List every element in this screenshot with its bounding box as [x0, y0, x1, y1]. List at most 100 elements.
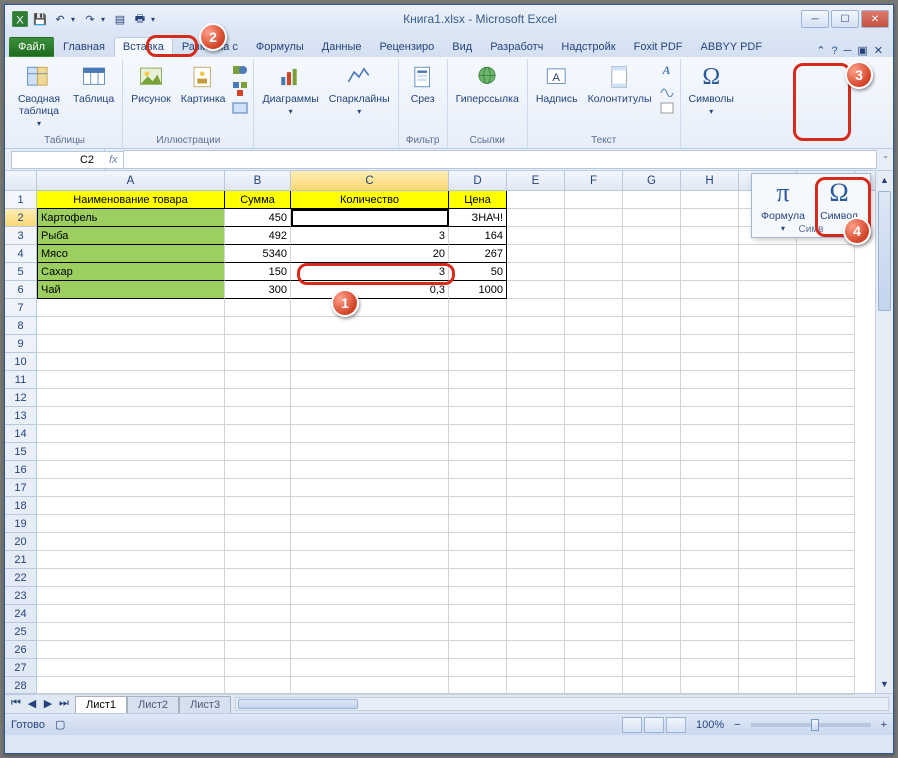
cell-E10[interactable]	[507, 353, 565, 371]
cell-G14[interactable]	[623, 425, 681, 443]
cell-H21[interactable]	[681, 551, 739, 569]
cell-F19[interactable]	[565, 515, 623, 533]
cell-J26[interactable]	[797, 641, 855, 659]
cell-B8[interactable]	[225, 317, 291, 335]
cell-H9[interactable]	[681, 335, 739, 353]
cell-F22[interactable]	[565, 569, 623, 587]
cell-G2[interactable]	[623, 209, 681, 227]
cell-J6[interactable]	[797, 281, 855, 299]
sheet-tab-Лист1[interactable]: Лист1	[75, 696, 127, 713]
cell-A26[interactable]	[37, 641, 225, 659]
cell-B22[interactable]	[225, 569, 291, 587]
cell-H26[interactable]	[681, 641, 739, 659]
cell-C3[interactable]: 3	[291, 227, 449, 245]
row-header-17[interactable]: 17	[5, 479, 36, 497]
cell-D3[interactable]: 164	[449, 227, 507, 245]
cell-J17[interactable]	[797, 479, 855, 497]
zoom-out-icon[interactable]: −	[734, 719, 740, 731]
cell-C9[interactable]	[291, 335, 449, 353]
tab-главная[interactable]: Главная	[54, 37, 114, 57]
cell-J8[interactable]	[797, 317, 855, 335]
zoom-knob[interactable]	[811, 719, 819, 731]
col-header-B[interactable]: B	[225, 171, 291, 190]
slicer-button[interactable]: Срез	[403, 61, 443, 107]
cell-J24[interactable]	[797, 605, 855, 623]
cell-H10[interactable]	[681, 353, 739, 371]
cell-I25[interactable]	[739, 623, 797, 641]
cell-E25[interactable]	[507, 623, 565, 641]
cell-C7[interactable]	[291, 299, 449, 317]
cell-I7[interactable]	[739, 299, 797, 317]
smartart-icon[interactable]	[231, 80, 249, 98]
cell-E8[interactable]	[507, 317, 565, 335]
cell-D10[interactable]	[449, 353, 507, 371]
cell-C22[interactable]	[291, 569, 449, 587]
sheet-tab-Лист2[interactable]: Лист2	[127, 696, 179, 713]
redo-drop-icon[interactable]: ▾	[101, 15, 109, 24]
cell-F27[interactable]	[565, 659, 623, 677]
cell-A21[interactable]	[37, 551, 225, 569]
cell-G12[interactable]	[623, 389, 681, 407]
cell-H8[interactable]	[681, 317, 739, 335]
cell-C16[interactable]	[291, 461, 449, 479]
cell-F24[interactable]	[565, 605, 623, 623]
row-header-9[interactable]: 9	[5, 335, 36, 353]
row-header-14[interactable]: 14	[5, 425, 36, 443]
cell-A13[interactable]	[37, 407, 225, 425]
cell-A27[interactable]	[37, 659, 225, 677]
cell-J27[interactable]	[797, 659, 855, 677]
col-header-H[interactable]: H	[681, 171, 739, 190]
row-header-11[interactable]: 11	[5, 371, 36, 389]
sheet-first-icon[interactable]: ⏮	[9, 697, 23, 710]
cell-G10[interactable]	[623, 353, 681, 371]
sparklines-button[interactable]: Спарклайны▾	[325, 61, 394, 118]
cell-G21[interactable]	[623, 551, 681, 569]
cell-F23[interactable]	[565, 587, 623, 605]
cell-D12[interactable]	[449, 389, 507, 407]
qat-customize-icon[interactable]: ▾	[151, 15, 159, 24]
row-header-26[interactable]: 26	[5, 641, 36, 659]
cell-G25[interactable]	[623, 623, 681, 641]
cell-C13[interactable]	[291, 407, 449, 425]
cell-J11[interactable]	[797, 371, 855, 389]
cell-B7[interactable]	[225, 299, 291, 317]
cell-D26[interactable]	[449, 641, 507, 659]
row-header-15[interactable]: 15	[5, 443, 36, 461]
cell-H11[interactable]	[681, 371, 739, 389]
cell-E5[interactable]	[507, 263, 565, 281]
cell-H14[interactable]	[681, 425, 739, 443]
view-normal-button[interactable]	[622, 717, 642, 733]
scroll-up-icon[interactable]: ▲	[876, 171, 893, 189]
cell-F10[interactable]	[565, 353, 623, 371]
cell-B11[interactable]	[225, 371, 291, 389]
tab-foxit pdf[interactable]: Foxit PDF	[625, 37, 692, 57]
cell-E17[interactable]	[507, 479, 565, 497]
cell-A3[interactable]: Рыба	[37, 227, 225, 245]
cell-A23[interactable]	[37, 587, 225, 605]
cell-A9[interactable]	[37, 335, 225, 353]
row-header-23[interactable]: 23	[5, 587, 36, 605]
row-header-18[interactable]: 18	[5, 497, 36, 515]
cell-H2[interactable]	[681, 209, 739, 227]
cell-A2[interactable]: Картофель	[37, 209, 225, 227]
scroll-down-icon[interactable]: ▼	[876, 675, 893, 693]
maximize-button[interactable]: ☐	[831, 10, 859, 28]
cell-C25[interactable]	[291, 623, 449, 641]
cell-I4[interactable]	[739, 245, 797, 263]
cell-C19[interactable]	[291, 515, 449, 533]
cell-F2[interactable]	[565, 209, 623, 227]
cell-E11[interactable]	[507, 371, 565, 389]
cell-E20[interactable]	[507, 533, 565, 551]
cell-E21[interactable]	[507, 551, 565, 569]
cell-A25[interactable]	[37, 623, 225, 641]
cell-G11[interactable]	[623, 371, 681, 389]
cell-F16[interactable]	[565, 461, 623, 479]
cell-H1[interactable]	[681, 191, 739, 209]
row-header-1[interactable]: 1	[5, 191, 36, 209]
cell-B17[interactable]	[225, 479, 291, 497]
row-header-7[interactable]: 7	[5, 299, 36, 317]
cell-G4[interactable]	[623, 245, 681, 263]
cell-D21[interactable]	[449, 551, 507, 569]
cell-H5[interactable]	[681, 263, 739, 281]
row-header-2[interactable]: 2	[5, 209, 36, 227]
